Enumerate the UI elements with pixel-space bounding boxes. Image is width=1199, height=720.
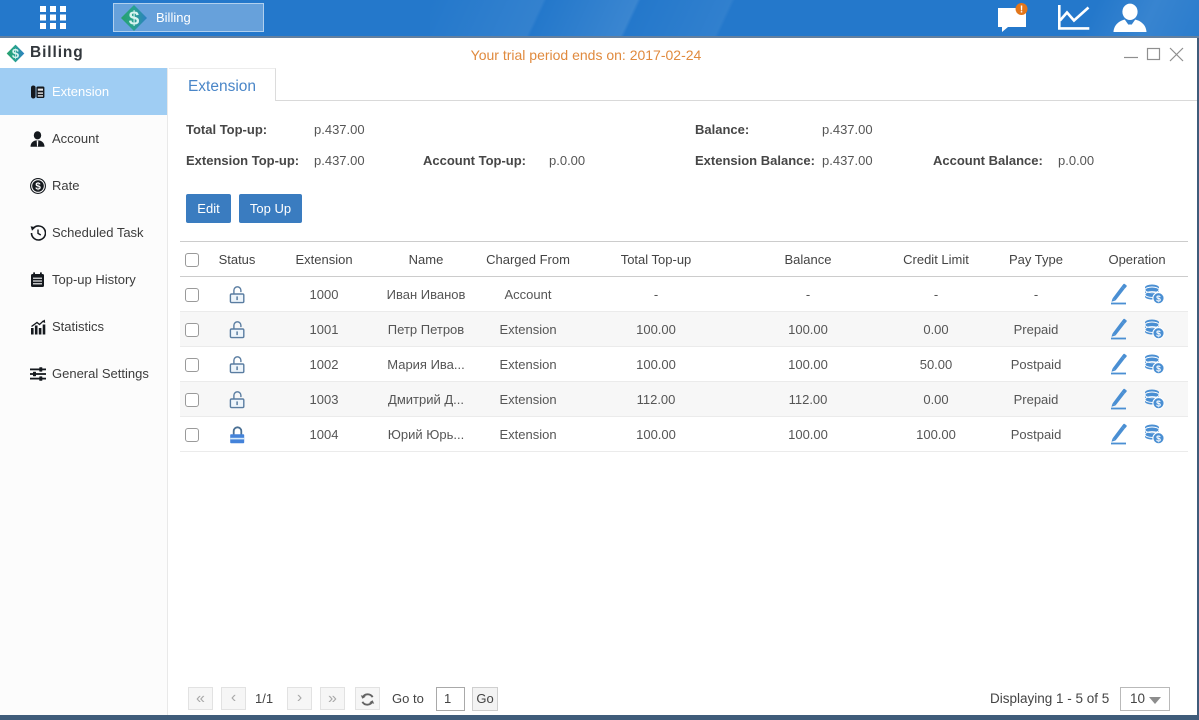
svg-text:$: $ bbox=[1156, 399, 1161, 409]
svg-text:$: $ bbox=[1156, 294, 1161, 304]
svg-text:$: $ bbox=[129, 8, 140, 29]
svg-text:$: $ bbox=[1156, 434, 1161, 444]
svg-text:!: ! bbox=[1020, 5, 1023, 16]
svg-text:$: $ bbox=[35, 181, 41, 192]
svg-text:$: $ bbox=[1156, 329, 1161, 339]
svg-text:$: $ bbox=[1156, 364, 1161, 374]
